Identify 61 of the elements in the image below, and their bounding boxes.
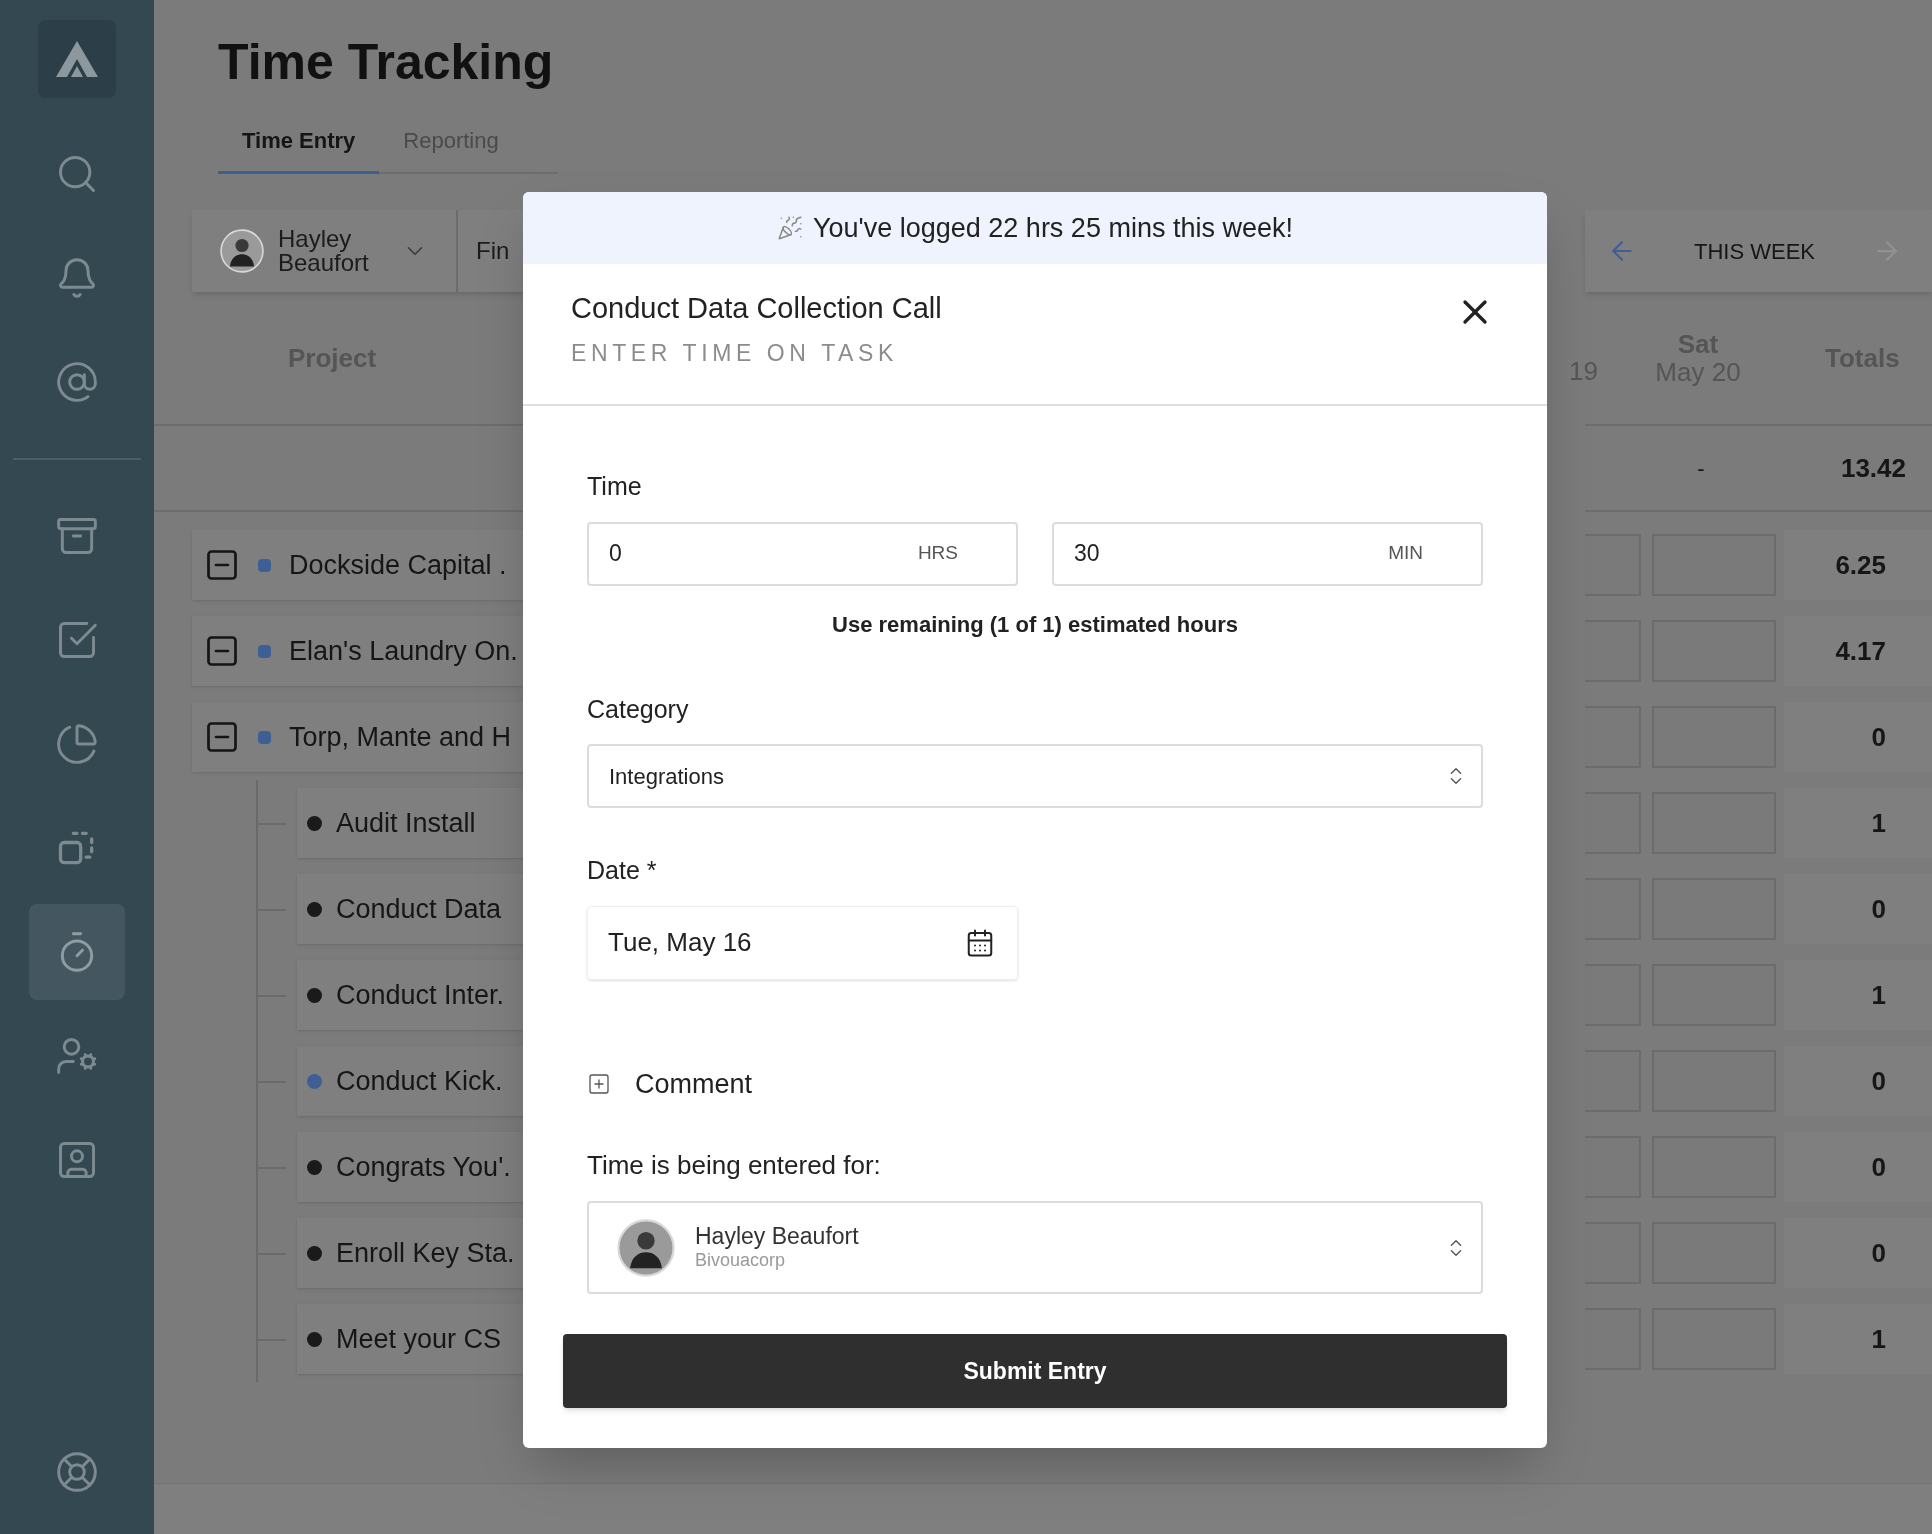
unit-label: HRS	[917, 541, 958, 564]
user-name: Hayley Beaufort	[278, 227, 370, 275]
task-name: Congrats You'.	[336, 1150, 511, 1184]
sidebar-item[interactable]	[29, 904, 125, 1000]
use-remaining-link[interactable]: Use remaining (1 of 1) estimated hours	[832, 607, 1238, 641]
total-cell: 4.17	[1784, 616, 1932, 686]
week-label: THIS WEEK	[1693, 237, 1816, 266]
calendar-icon[interactable]	[965, 927, 995, 958]
total-cell: 1	[1784, 788, 1932, 858]
total-cell: 0	[1784, 702, 1932, 772]
tab[interactable]: Time Entry	[218, 124, 380, 174]
collapse-icon[interactable]	[204, 719, 240, 755]
total-cell: 0	[1784, 1218, 1932, 1288]
person-company: Bivouacorp	[695, 1249, 787, 1272]
task-name: Conduct Data	[336, 892, 502, 926]
field-label: Date *	[587, 855, 658, 886]
dialog-subtitle: ENTER TIME ON TASK	[571, 339, 899, 368]
lifebuoy-icon	[55, 1450, 99, 1494]
total-cell: 1	[1784, 960, 1932, 1030]
date-value: Tue, May 16	[608, 926, 753, 959]
avatar	[220, 229, 264, 273]
field-label: Time is being entered for:	[587, 1149, 882, 1182]
page-title: Time Tracking	[218, 34, 555, 90]
collapse-icon[interactable]	[204, 633, 240, 669]
select-value: Integrations	[609, 762, 725, 791]
total-cell: 0	[1784, 874, 1932, 944]
field-label: Category	[587, 693, 690, 725]
at-sign-icon	[55, 360, 99, 404]
unit-label: MIN	[1388, 541, 1423, 564]
total-cell: 6.25	[1784, 530, 1932, 600]
collapse-icon[interactable]	[204, 547, 240, 583]
project-name: Elan's Laundry On.	[289, 634, 518, 668]
dialog-title: Conduct Data Collection Call	[571, 291, 942, 326]
task-name: Meet your CS	[336, 1322, 502, 1356]
comment-toggle[interactable]: Comment	[587, 1063, 1483, 1104]
logo-icon	[54, 39, 100, 79]
banner-text: You've logged 22 hrs 25 mins this week!	[813, 211, 1293, 245]
pie-chart-icon	[55, 722, 99, 766]
avatar	[617, 1218, 675, 1277]
user-select[interactable]: Hayley Beaufort	[192, 210, 458, 292]
project-name: Dockside Capital .	[289, 548, 507, 582]
date-field[interactable]: Tue, May 16	[587, 905, 1018, 980]
task-name: Enroll Key Sta.	[336, 1236, 515, 1270]
person-name: Hayley Beaufort	[695, 1223, 860, 1248]
search-field[interactable]: Fin	[476, 233, 561, 269]
total-cell: 1	[1784, 1304, 1932, 1374]
task-name: Conduct Kick.	[336, 1064, 503, 1098]
person-select[interactable]: Hayley Beaufort Bivouacorp	[587, 1201, 1483, 1294]
task-name: Conduct Inter.	[336, 978, 505, 1012]
expand-icon	[587, 1071, 611, 1096]
task-name: Audit Install	[336, 806, 476, 840]
app-logo[interactable]	[38, 20, 116, 98]
category-select[interactable]: Integrations	[587, 744, 1483, 808]
summary-total: 13.42	[1840, 451, 1906, 485]
submit-button[interactable]: Submit Entry	[563, 1334, 1507, 1408]
project-name: Torp, Mante and H	[289, 720, 512, 754]
total-cell: 0	[1784, 1132, 1932, 1202]
party-popper-icon	[777, 215, 803, 241]
total-cell: 0	[1784, 1046, 1932, 1116]
summary-cell-text: -	[1696, 454, 1706, 483]
field-label: Time	[587, 471, 643, 502]
